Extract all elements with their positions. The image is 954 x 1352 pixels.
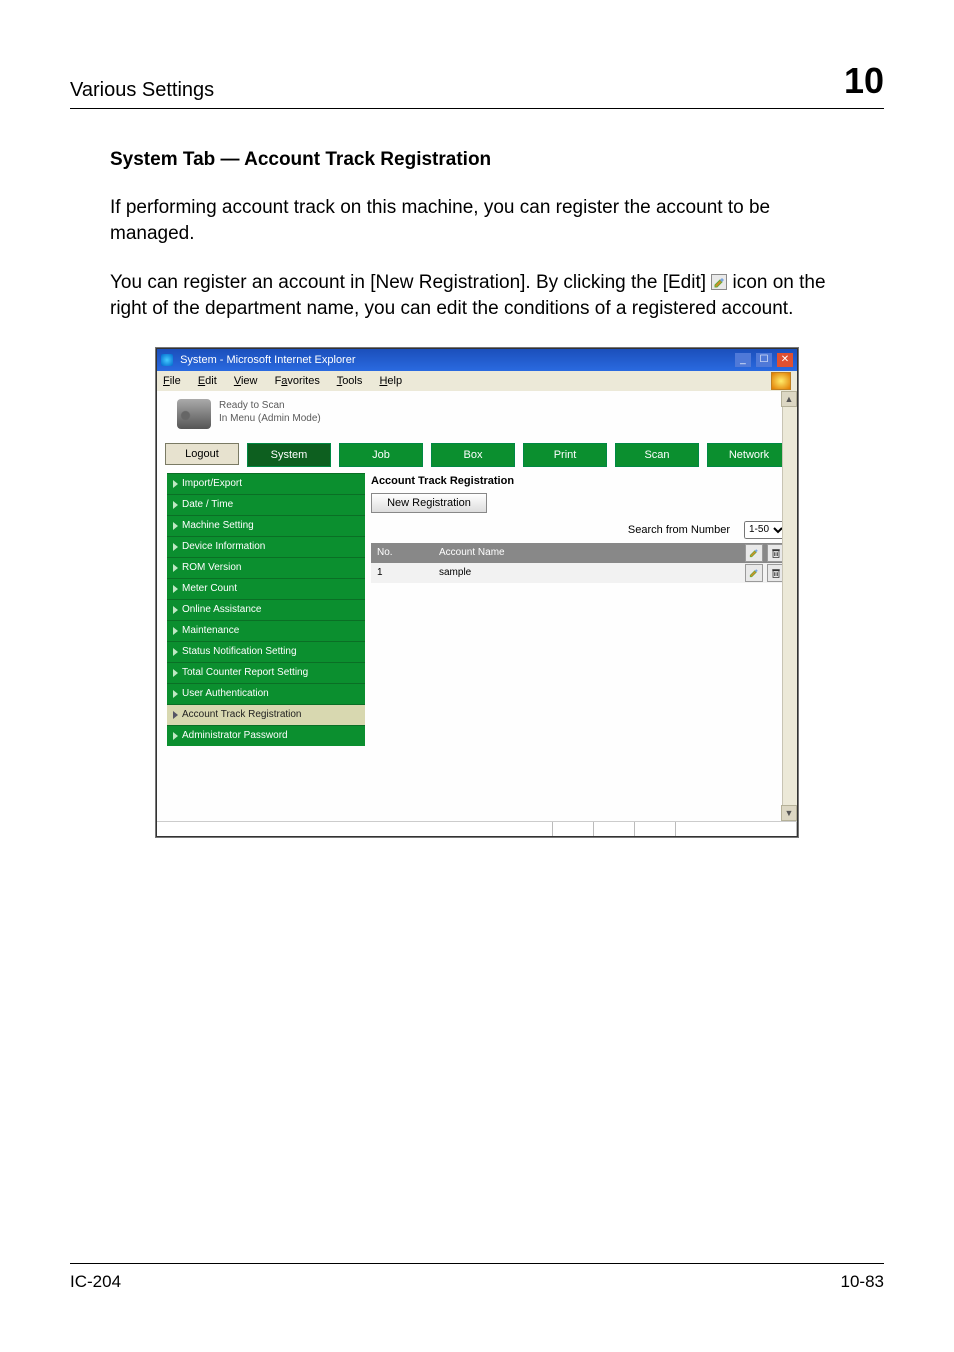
tab-box[interactable]: Box [431, 443, 515, 467]
vertical-scrollbar[interactable] [782, 391, 797, 821]
footer-left: IC-204 [70, 1272, 121, 1292]
new-registration-button[interactable]: New Registration [371, 493, 487, 513]
paragraph-1: If performing account track on this mach… [110, 195, 844, 246]
tab-print[interactable]: Print [523, 443, 607, 467]
sidebar-item-date-time[interactable]: Date / Time [167, 494, 365, 515]
ie-title-text: System - Microsoft Internet Explorer [180, 354, 355, 366]
ie-throbber [771, 372, 791, 390]
table-row: 1 sample [371, 563, 787, 583]
ie-menu-bar: FFileile EEditdit VViewiew FaFavoritesvo… [157, 371, 797, 391]
scroll-up-button[interactable]: ▲ [781, 391, 797, 407]
sidebar-item-total-counter[interactable]: Total Counter Report Setting [167, 662, 365, 683]
tab-system[interactable]: System [247, 443, 331, 467]
ie-client-area: ▲ ▼ Ready to Scan In Menu (Admin Mode) L… [157, 391, 797, 821]
search-from-number-select[interactable]: 1-50 [744, 521, 787, 539]
sidebar-item-status-notification[interactable]: Status Notification Setting [167, 641, 365, 662]
status-line-1: Ready to Scan [219, 399, 321, 412]
menu-help[interactable]: HHelpelp [379, 375, 402, 387]
table-header-row: No. Account Name [371, 543, 787, 563]
logout-button[interactable]: Logout [165, 443, 239, 465]
sidebar-item-maintenance[interactable]: Maintenance [167, 620, 365, 641]
ie-status-bar [157, 821, 797, 836]
edit-icon [711, 272, 727, 288]
menu-view[interactable]: VViewiew [234, 375, 258, 387]
status-line-2: In Menu (Admin Mode) [219, 412, 321, 425]
ie-icon [161, 354, 173, 366]
tab-job[interactable]: Job [339, 443, 423, 467]
sidebar-item-user-auth[interactable]: User Authentication [167, 683, 365, 704]
minimize-button[interactable]: _ [735, 353, 751, 367]
footer-right: 10-83 [841, 1272, 884, 1292]
close-button[interactable]: ✕ [777, 353, 793, 367]
sidebar-item-account-track[interactable]: Account Track Registration [167, 704, 365, 725]
sidebar-item-import-export[interactable]: Import/Export [167, 473, 365, 494]
cell-no: 1 [371, 563, 433, 583]
side-menu: Import/Export Date / Time Machine Settin… [167, 473, 365, 746]
maximize-button[interactable]: ☐ [756, 353, 772, 367]
sidebar-item-device-info[interactable]: Device Information [167, 536, 365, 557]
paragraph-2: You can register an account in [New Regi… [110, 270, 844, 321]
sidebar-item-admin-password[interactable]: Administrator Password [167, 725, 365, 746]
menu-file[interactable]: FFileile [163, 375, 181, 387]
chapter-number: 10 [844, 60, 884, 102]
sidebar-item-rom-version[interactable]: ROM Version [167, 557, 365, 578]
sidebar-item-meter-count[interactable]: Meter Count [167, 578, 365, 599]
menu-edit[interactable]: EEditdit [198, 375, 217, 387]
row-edit-button[interactable] [745, 564, 763, 582]
scroll-down-button[interactable]: ▼ [781, 805, 797, 821]
printer-icon [177, 399, 211, 429]
paragraph-2a: You can register an account in [New Regi… [110, 272, 711, 293]
col-account-name: Account Name [433, 543, 743, 563]
tab-scan[interactable]: Scan [615, 443, 699, 467]
cell-account-name: sample [433, 563, 743, 583]
header-edit-icon [745, 544, 763, 562]
subheading: System Tab — Account Track Registration [110, 149, 844, 171]
menu-tools[interactable]: TToolsools [337, 375, 363, 387]
header-section: Various Settings [70, 79, 214, 102]
search-from-number-label: Search from Number [628, 524, 730, 536]
tab-network[interactable]: Network [707, 443, 791, 467]
main-heading: Account Track Registration [371, 475, 797, 487]
ie-window: System - Microsoft Internet Explorer _ ☐… [156, 348, 798, 837]
sidebar-item-online-assistance[interactable]: Online Assistance [167, 599, 365, 620]
col-edit [743, 543, 765, 563]
ie-titlebar: System - Microsoft Internet Explorer _ ☐… [157, 349, 797, 371]
sidebar-item-machine-setting[interactable]: Machine Setting [167, 515, 365, 536]
menu-favorites[interactable]: FaFavoritesvorites [275, 375, 320, 387]
col-no: No. [371, 543, 433, 563]
